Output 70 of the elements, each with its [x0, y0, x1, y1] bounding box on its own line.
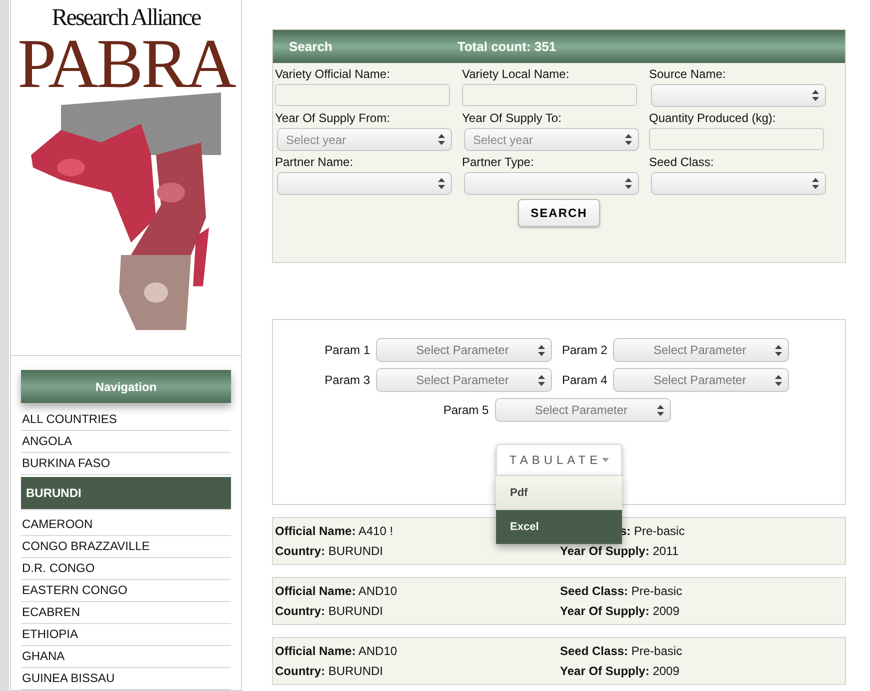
select-field[interactable]	[651, 172, 826, 195]
updown-icon	[438, 178, 445, 189]
select-field[interactable]	[464, 172, 639, 195]
select-field[interactable]: Select Parameter	[376, 338, 552, 362]
field-label: Partner Type:	[462, 155, 535, 170]
caret-icon	[602, 458, 609, 462]
updown-icon	[438, 134, 445, 145]
record-field: Seed Class: Pre-basic	[560, 644, 682, 658]
field-label: Seed Class:	[649, 155, 715, 170]
field-label: Variety Local Name:	[462, 67, 570, 82]
record-field: Year Of Supply: 2009	[560, 604, 680, 618]
updown-icon	[775, 374, 782, 386]
param-label: Param 3	[324, 373, 370, 387]
nav-item[interactable]: ETHIOPIA	[21, 624, 231, 646]
field-label: Source Name:	[649, 67, 727, 82]
updown-icon	[538, 374, 545, 386]
total-count: Total count: 351	[457, 39, 556, 54]
field-label: Year Of Supply To:	[462, 111, 562, 126]
nav-item[interactable]: EASTERN CONGO	[21, 580, 231, 602]
input-field[interactable]	[649, 128, 824, 150]
nav-item[interactable]: BURKINA FASO	[21, 453, 231, 475]
select-field[interactable]: Select Parameter	[613, 338, 790, 362]
nav-item[interactable]: D.R. CONGO	[21, 558, 231, 580]
panel-title: Search	[289, 39, 332, 54]
nav-item[interactable]: ANGOLA	[21, 431, 231, 453]
input-field[interactable]	[275, 84, 450, 106]
record-field: Seed Class: Pre-basic	[560, 584, 682, 598]
updown-icon	[656, 404, 664, 416]
nav-item[interactable]: GHANA	[21, 646, 231, 668]
logo-subtitle: Research Alliance	[52, 4, 200, 32]
input-field[interactable]	[462, 84, 637, 106]
updown-icon	[812, 178, 819, 189]
updown-icon	[812, 90, 819, 101]
updown-icon	[775, 344, 782, 356]
tabulate-button[interactable]: TABULATE	[496, 444, 622, 476]
param-label: Param 4	[562, 373, 608, 387]
record-field: Official Name: AND10	[275, 584, 398, 598]
record-field: Country: BURUNDI	[275, 664, 384, 678]
select-field[interactable]	[651, 84, 826, 107]
menu-item[interactable]: Excel	[496, 510, 622, 544]
search-button[interactable]: SEARCH	[518, 199, 600, 227]
nav-item[interactable]: CONGO BRAZZAVILLE	[21, 536, 231, 558]
nav-item[interactable]: ECABREN	[21, 602, 231, 624]
nav-item[interactable]: ALL COUNTRIES	[21, 409, 231, 431]
record-field: Official Name: AND10	[275, 644, 398, 658]
field-label: Quantity Produced (kg):	[649, 111, 777, 126]
param-label: Param 5	[443, 403, 489, 417]
select-field[interactable]: Select Parameter	[376, 368, 552, 392]
param-label: Param 1	[324, 343, 370, 357]
field-label: Partner Name:	[275, 155, 354, 170]
menu-item[interactable]: Pdf	[496, 476, 622, 510]
logo-title: PABRA	[18, 32, 234, 98]
record-field: Year Of Supply: 2011	[560, 544, 678, 558]
field-label: Year Of Supply From:	[275, 111, 391, 126]
field-label: Variety Official Name:	[275, 67, 391, 82]
record-field: Official Name: A410 !	[275, 524, 394, 538]
select-field[interactable]	[277, 172, 452, 195]
updown-icon	[538, 344, 545, 356]
select-field[interactable]: Select Parameter	[494, 398, 671, 422]
navigation-header: Navigation	[21, 370, 231, 403]
nav-item[interactable]: GUINEA BISSAU	[21, 668, 231, 690]
param-label: Param 2	[562, 343, 608, 357]
record-field: Year Of Supply: 2009	[560, 664, 680, 678]
nav-item[interactable]: BURUNDI	[21, 477, 231, 510]
updown-icon	[625, 178, 632, 189]
select-field[interactable]: Select Parameter	[613, 368, 790, 392]
updown-icon	[625, 134, 632, 145]
record-field: Country: BURUNDI	[275, 544, 384, 558]
nav-item[interactable]: CAMEROON	[21, 514, 231, 536]
record-field: Country: BURUNDI	[275, 604, 384, 618]
